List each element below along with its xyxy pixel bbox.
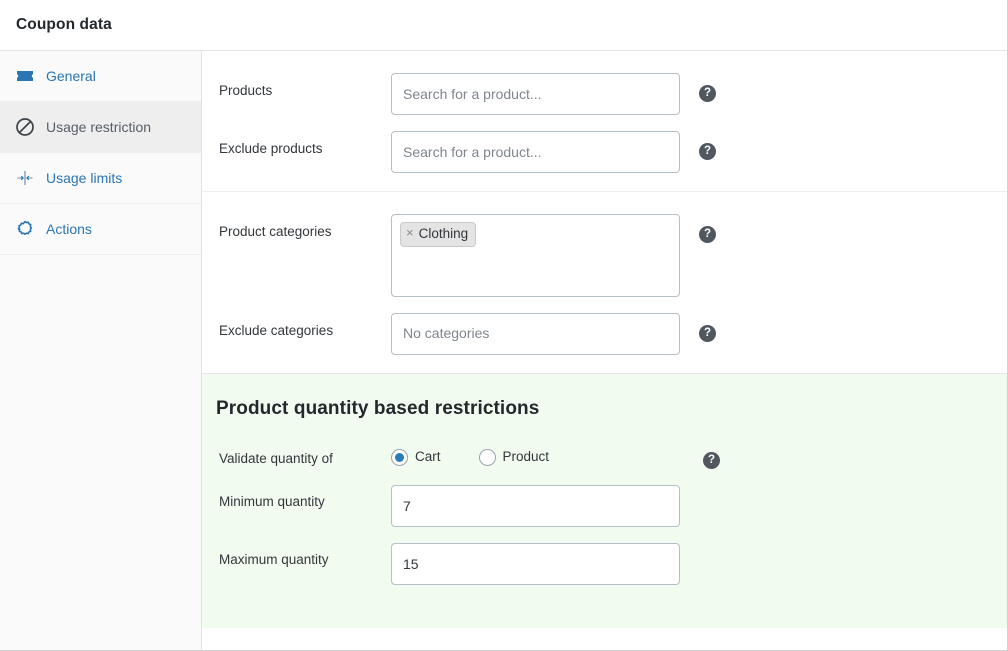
coupon-data-tabs: General Usage restriction Usage limits A… <box>0 51 202 650</box>
field-control: No categories <box>391 313 680 355</box>
radio-option-product[interactable]: Product <box>478 448 550 466</box>
options-group-categories: Product categories × Clothing ? Exclude … <box>202 192 1007 373</box>
no-entry-icon <box>14 116 36 138</box>
sidebar-item-label: Usage limits <box>46 170 123 186</box>
field-control <box>391 543 680 585</box>
section-title: Product quantity based restrictions <box>216 398 540 419</box>
sidebar-item-general[interactable]: General <box>0 51 201 102</box>
product-categories-select[interactable]: × Clothing <box>391 214 680 297</box>
field-validate-quantity-of: Validate quantity of Cart Product ? <box>202 434 1007 477</box>
help-icon[interactable]: ? <box>699 143 716 160</box>
field-control <box>391 73 680 115</box>
field-maximum-quantity: Maximum quantity <box>202 535 1007 593</box>
field-minimum-quantity: Minimum quantity <box>202 477 1007 535</box>
help-icon[interactable]: ? <box>699 85 716 102</box>
exclude-categories-placeholder: No categories <box>403 325 490 341</box>
radio-label: Product <box>502 449 550 465</box>
sidebar-item-label: Usage restriction <box>46 119 152 135</box>
sidebar-item-usage-limits[interactable]: Usage limits <box>0 153 201 204</box>
field-control: Cart Product <box>391 442 680 468</box>
panel-body: General Usage restriction Usage limits A… <box>0 51 1007 650</box>
help-icon[interactable]: ? <box>699 226 716 243</box>
field-label: Exclude categories <box>219 323 334 338</box>
field-control <box>391 131 680 173</box>
category-tag-label: Clothing <box>418 226 469 241</box>
field-label: Minimum quantity <box>219 494 325 509</box>
usage-restriction-panel: Products ? Exclude products ? <box>202 51 1007 650</box>
radio-mark-icon <box>391 448 408 466</box>
help-icon[interactable]: ? <box>699 325 716 342</box>
maximum-quantity-input[interactable] <box>391 543 680 585</box>
ticket-icon <box>14 65 36 87</box>
products-input[interactable] <box>391 73 680 115</box>
radio-label: Cart <box>415 449 441 465</box>
gear-icon <box>14 218 36 240</box>
sidebar-item-label: General <box>46 68 96 84</box>
usage-limits-icon <box>14 167 36 189</box>
panel-header: Coupon data <box>0 0 1007 51</box>
product-quantity-restrictions-section: Product quantity based restrictions Vali… <box>202 373 1007 628</box>
field-products: Products ? <box>202 65 1007 123</box>
field-label: Maximum quantity <box>219 552 329 567</box>
sidebar-item-label: Actions <box>46 221 92 237</box>
page-title: Coupon data <box>16 16 112 33</box>
category-tag-clothing[interactable]: × Clothing <box>400 222 477 247</box>
field-exclude-categories: Exclude categories No categories ? <box>202 305 1007 363</box>
radio-option-cart[interactable]: Cart <box>391 448 441 466</box>
field-label: Products <box>219 83 273 98</box>
field-control <box>391 485 680 527</box>
radio-mark-icon <box>478 448 496 466</box>
field-label: Validate quantity of <box>219 451 333 466</box>
validate-quantity-radio-group: Cart Product <box>391 442 680 468</box>
sidebar-item-usage-restriction[interactable]: Usage restriction <box>0 102 201 153</box>
help-icon[interactable]: ? <box>703 452 720 469</box>
field-product-categories: Product categories × Clothing ? <box>202 206 1007 305</box>
exclude-products-input[interactable] <box>391 131 680 173</box>
coupon-data-panel: Coupon data General Usage restriction Us… <box>0 0 1008 651</box>
options-group-products: Products ? Exclude products ? <box>202 51 1007 192</box>
field-label: Product categories <box>219 224 332 239</box>
field-label: Exclude products <box>219 141 323 156</box>
field-exclude-products: Exclude products ? <box>202 123 1007 181</box>
sidebar-item-actions[interactable]: Actions <box>0 204 201 255</box>
remove-tag-icon[interactable]: × <box>406 225 414 242</box>
minimum-quantity-input[interactable] <box>391 485 680 527</box>
field-control: × Clothing <box>391 214 680 297</box>
exclude-categories-select[interactable]: No categories <box>391 313 680 355</box>
